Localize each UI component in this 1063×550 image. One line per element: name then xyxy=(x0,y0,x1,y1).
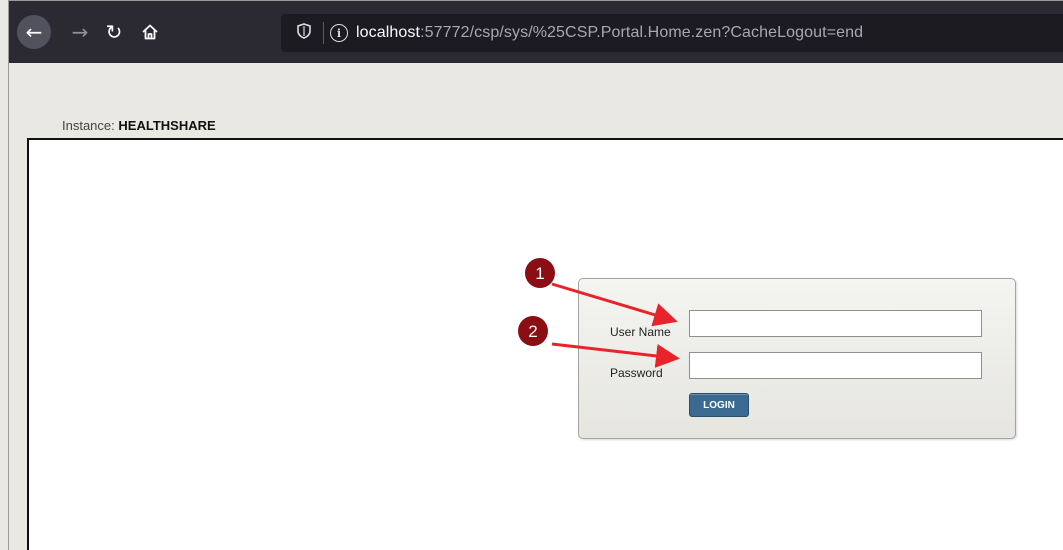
urlbar-separator xyxy=(323,22,324,44)
reload-icon: ↻ xyxy=(105,20,123,44)
url-text[interactable]: localhost:57772/csp/sys/%25CSP.Portal.Ho… xyxy=(356,24,863,42)
instance-info: Instance: HEALTHSHARE xyxy=(62,118,216,133)
url-host: localhost xyxy=(356,24,421,41)
instance-label: Instance: xyxy=(62,118,115,133)
browser-window: ← → ↻ i localhost:57772/csp/sys/%25CSP.P… xyxy=(8,0,1063,550)
url-path: :57772/csp/sys/%25CSP.Portal.Home.zen?Ca… xyxy=(420,24,864,41)
back-button[interactable]: ← xyxy=(17,15,51,49)
instance-name: HEALTHSHARE xyxy=(118,118,216,133)
login-button[interactable]: LOGIN xyxy=(689,393,749,417)
info-icon[interactable]: i xyxy=(330,24,348,42)
reload-button[interactable]: ↻ xyxy=(97,15,131,49)
browser-toolbar: ← → ↻ i localhost:57772/csp/sys/%25CSP.P… xyxy=(9,1,1063,63)
shield-icon[interactable] xyxy=(289,23,319,43)
password-input[interactable] xyxy=(689,352,982,379)
arrow-left-icon: ← xyxy=(25,20,43,44)
arrow-right-icon: → xyxy=(71,20,89,44)
home-button[interactable] xyxy=(133,15,167,49)
login-form: User Name Password LOGIN xyxy=(578,278,1016,439)
password-label: Password xyxy=(610,366,663,380)
address-bar[interactable]: i localhost:57772/csp/sys/%25CSP.Portal.… xyxy=(281,14,1063,52)
username-input[interactable] xyxy=(689,310,982,337)
home-icon xyxy=(142,24,158,40)
username-label: User Name xyxy=(610,325,671,339)
forward-button[interactable]: → xyxy=(63,15,97,49)
main-content: User Name Password LOGIN xyxy=(27,138,1063,550)
